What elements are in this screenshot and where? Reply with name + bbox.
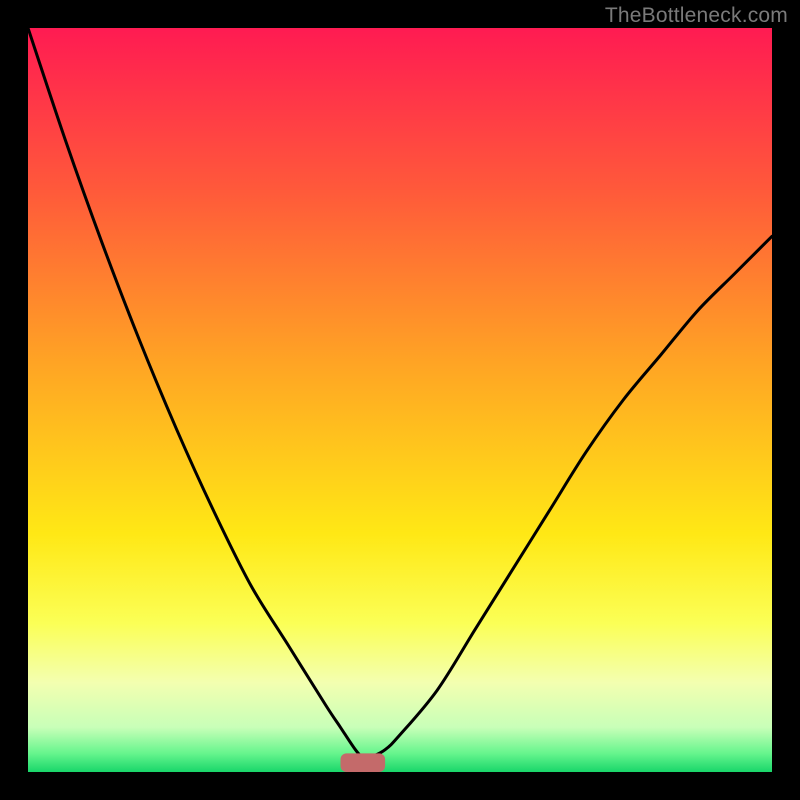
chart-svg	[28, 28, 772, 772]
watermark-text: TheBottleneck.com	[605, 4, 788, 28]
plot-area	[28, 28, 772, 772]
optimum-marker	[341, 753, 386, 772]
chart-frame: TheBottleneck.com	[0, 0, 800, 800]
gradient-background	[28, 28, 772, 772]
